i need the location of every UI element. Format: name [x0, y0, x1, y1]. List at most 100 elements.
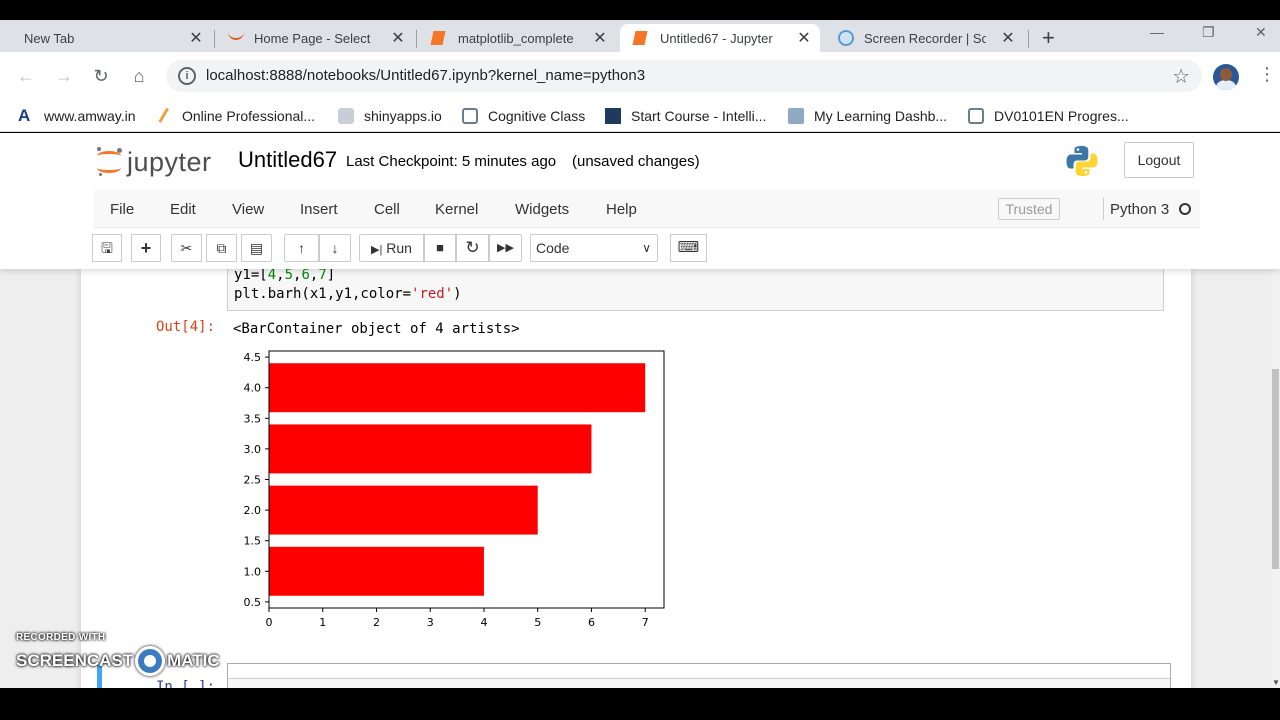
scroll-down-arrow-icon[interactable]: ▼ — [1272, 678, 1280, 687]
bookmark-online-professional[interactable]: Online Professional... — [158, 106, 315, 126]
insert-cell-icon[interactable]: + — [131, 234, 161, 262]
minimize-icon[interactable]: — — [1150, 24, 1164, 40]
reload-icon[interactable]: ↻ — [89, 64, 113, 88]
address-bar[interactable]: i localhost:8888/notebooks/Untitled67.ip… — [166, 60, 1202, 92]
x-tick-label: 0 — [266, 616, 273, 629]
bookmark-label: shinyapps.io — [364, 108, 442, 124]
empty-code-cell[interactable] — [227, 663, 1171, 688]
tab-matplotlib[interactable]: matplotlib_complete ✕ — [430, 24, 608, 52]
menu-edit[interactable]: Edit — [170, 201, 196, 218]
tab-new-tab[interactable]: New Tab ✕ — [24, 24, 204, 52]
cell-type-select[interactable]: Code ∨ — [530, 234, 658, 262]
empty-code-input[interactable] — [228, 678, 1170, 688]
bookmark-shinyapps[interactable]: shinyapps.io — [338, 106, 442, 126]
move-up-icon[interactable]: ↑ — [284, 234, 319, 262]
code-input-area[interactable]: y1=[4,5,6,7] plt.barh(x1,y1,color='red') — [227, 267, 1164, 311]
avatar-face — [1220, 68, 1232, 81]
restart-icon[interactable]: ↻ — [456, 234, 489, 262]
bookmark-star-icon[interactable]: ☆ — [1172, 64, 1190, 89]
avatar-body — [1216, 80, 1236, 90]
dashboard-icon — [788, 108, 804, 124]
tab-close-icon[interactable]: ✕ — [796, 28, 812, 48]
tab-close-icon[interactable]: ✕ — [1000, 28, 1016, 48]
scrollbar-thumb[interactable] — [1272, 369, 1279, 569]
barh-chart: 0 1 2 3 4 5 6 7 0.5 1.0 1.5 2.0 2.5 3.0 3.5 4.0 4.5 — [244, 350, 665, 629]
y-tick-label: 4.5 — [244, 351, 262, 364]
logout-button[interactable]: Logout — [1124, 142, 1194, 178]
tab-title: Untitled67 - Jupyter — [660, 30, 773, 46]
home-icon[interactable]: ⌂ — [127, 64, 151, 88]
move-down-icon[interactable]: ↓ — [319, 234, 351, 262]
tab-strip: New Tab ✕ Home Page - Select ✕ matplotli… — [0, 20, 1280, 52]
url-text[interactable]: localhost:8888/notebooks/Untitled67.ipyn… — [206, 67, 645, 84]
notebook-container: y1=[4,5,6,7] plt.barh(x1,y1,color='red')… — [81, 267, 1191, 688]
maximize-icon[interactable]: ❐ — [1202, 24, 1215, 41]
stop-icon[interactable]: ■ — [424, 234, 456, 262]
y-tick-label: 1.5 — [244, 535, 262, 548]
tab-screen-recorder[interactable]: Screen Recorder | Sc ✕ — [838, 24, 1016, 52]
bookmark-label: Cognitive Class — [488, 108, 586, 124]
tab-home-page[interactable]: Home Page - Select ✕ — [228, 24, 406, 52]
menu-help[interactable]: Help — [606, 201, 637, 218]
bookmark-dv0101en[interactable]: DV0101EN Progres... — [968, 106, 1129, 126]
menu-widgets[interactable]: Widgets — [515, 201, 569, 218]
new-tab-button[interactable]: + — [1042, 25, 1055, 51]
browser-window: New Tab ✕ Home Page - Select ✕ matplotli… — [0, 0, 1280, 720]
save-icon[interactable]: 🖫 — [92, 234, 122, 262]
bar — [269, 424, 592, 474]
tab-close-icon[interactable]: ✕ — [592, 28, 608, 48]
window-close-icon[interactable]: ✕ — [1255, 24, 1267, 41]
menu-insert[interactable]: Insert — [300, 201, 338, 218]
watermark-right: MATIC — [167, 651, 220, 670]
notebook-name[interactable]: Untitled67 — [238, 147, 337, 173]
notebook-icon — [430, 31, 446, 45]
bar — [269, 485, 538, 535]
jupyter-logo[interactable]: jupyter — [95, 145, 212, 179]
bookmark-amway[interactable]: A www.amway.in — [18, 106, 136, 126]
bookmark-label: Online Professional... — [182, 108, 316, 124]
output-prompt: Out[4]: — [156, 319, 216, 335]
watermark-caption: RECORDED WITH — [16, 632, 106, 643]
run-label: Run — [386, 240, 412, 256]
menu-view[interactable]: View — [232, 201, 264, 218]
bookmark-cognitive-class[interactable]: Cognitive Class — [462, 106, 585, 126]
site-info-icon[interactable]: i — [178, 67, 196, 85]
x-tick-label: 7 — [642, 616, 649, 629]
cognitive-icon — [968, 108, 984, 124]
menu-cell[interactable]: Cell — [374, 201, 400, 218]
tab-close-icon[interactable]: ✕ — [390, 28, 406, 48]
fast-forward-icon[interactable]: ▶▶ — [489, 234, 522, 262]
y-tick-label: 3.5 — [244, 412, 262, 425]
back-arrow-icon[interactable]: ← — [14, 64, 38, 88]
x-tick-label: 2 — [373, 616, 380, 629]
profile-avatar[interactable] — [1213, 64, 1239, 90]
more-menu-icon[interactable]: ⋮ — [1258, 64, 1276, 85]
cut-icon[interactable]: ✂ — [171, 234, 202, 262]
x-tick-label: 3 — [427, 616, 434, 629]
y-tick-label: 2.5 — [244, 474, 262, 487]
watermark-logo: SCREENCAST MATIC — [16, 646, 220, 676]
forward-arrow-icon[interactable]: → — [52, 64, 76, 88]
menu-file[interactable]: File — [110, 201, 134, 218]
bookmark-my-learning[interactable]: My Learning Dashb... — [788, 106, 947, 126]
jupyter-header: jupyter Untitled67 Last Checkpoint: 5 mi… — [0, 133, 1280, 269]
menu-kernel[interactable]: Kernel — [435, 201, 478, 218]
notebook-toolbar: 🖫 + ✂ ⧉ ▤ ↑ ↓ ▶| Run ■ ↻ ▶▶ Code ∨ ⌨ — [92, 229, 1200, 267]
code-line: plt.barh(x1,y1,color='red') — [234, 286, 462, 302]
bookmark-start-course[interactable]: Start Course - Intelli... — [605, 106, 766, 126]
kernel-name[interactable]: Python 3 — [1110, 201, 1169, 218]
trusted-indicator[interactable]: Trusted — [998, 198, 1060, 220]
keyboard-icon[interactable]: ⌨ — [670, 234, 707, 262]
chevron-down-icon: ∨ — [642, 241, 651, 255]
copy-icon[interactable]: ⧉ — [206, 234, 237, 262]
paste-icon[interactable]: ▤ — [241, 234, 272, 262]
step-forward-icon: ▶| — [371, 244, 383, 256]
bar — [269, 363, 646, 413]
tab-close-icon[interactable]: ✕ — [188, 28, 204, 48]
tab-untitled67[interactable]: Untitled67 - Jupyter ✕ — [620, 24, 820, 52]
recorder-icon — [838, 30, 854, 46]
tab-divider — [214, 30, 215, 48]
menu-bar: File Edit View Insert Cell Kernel Widget… — [94, 190, 1200, 228]
run-button[interactable]: ▶| Run — [359, 234, 424, 262]
bottom-letterbox — [0, 688, 1280, 720]
